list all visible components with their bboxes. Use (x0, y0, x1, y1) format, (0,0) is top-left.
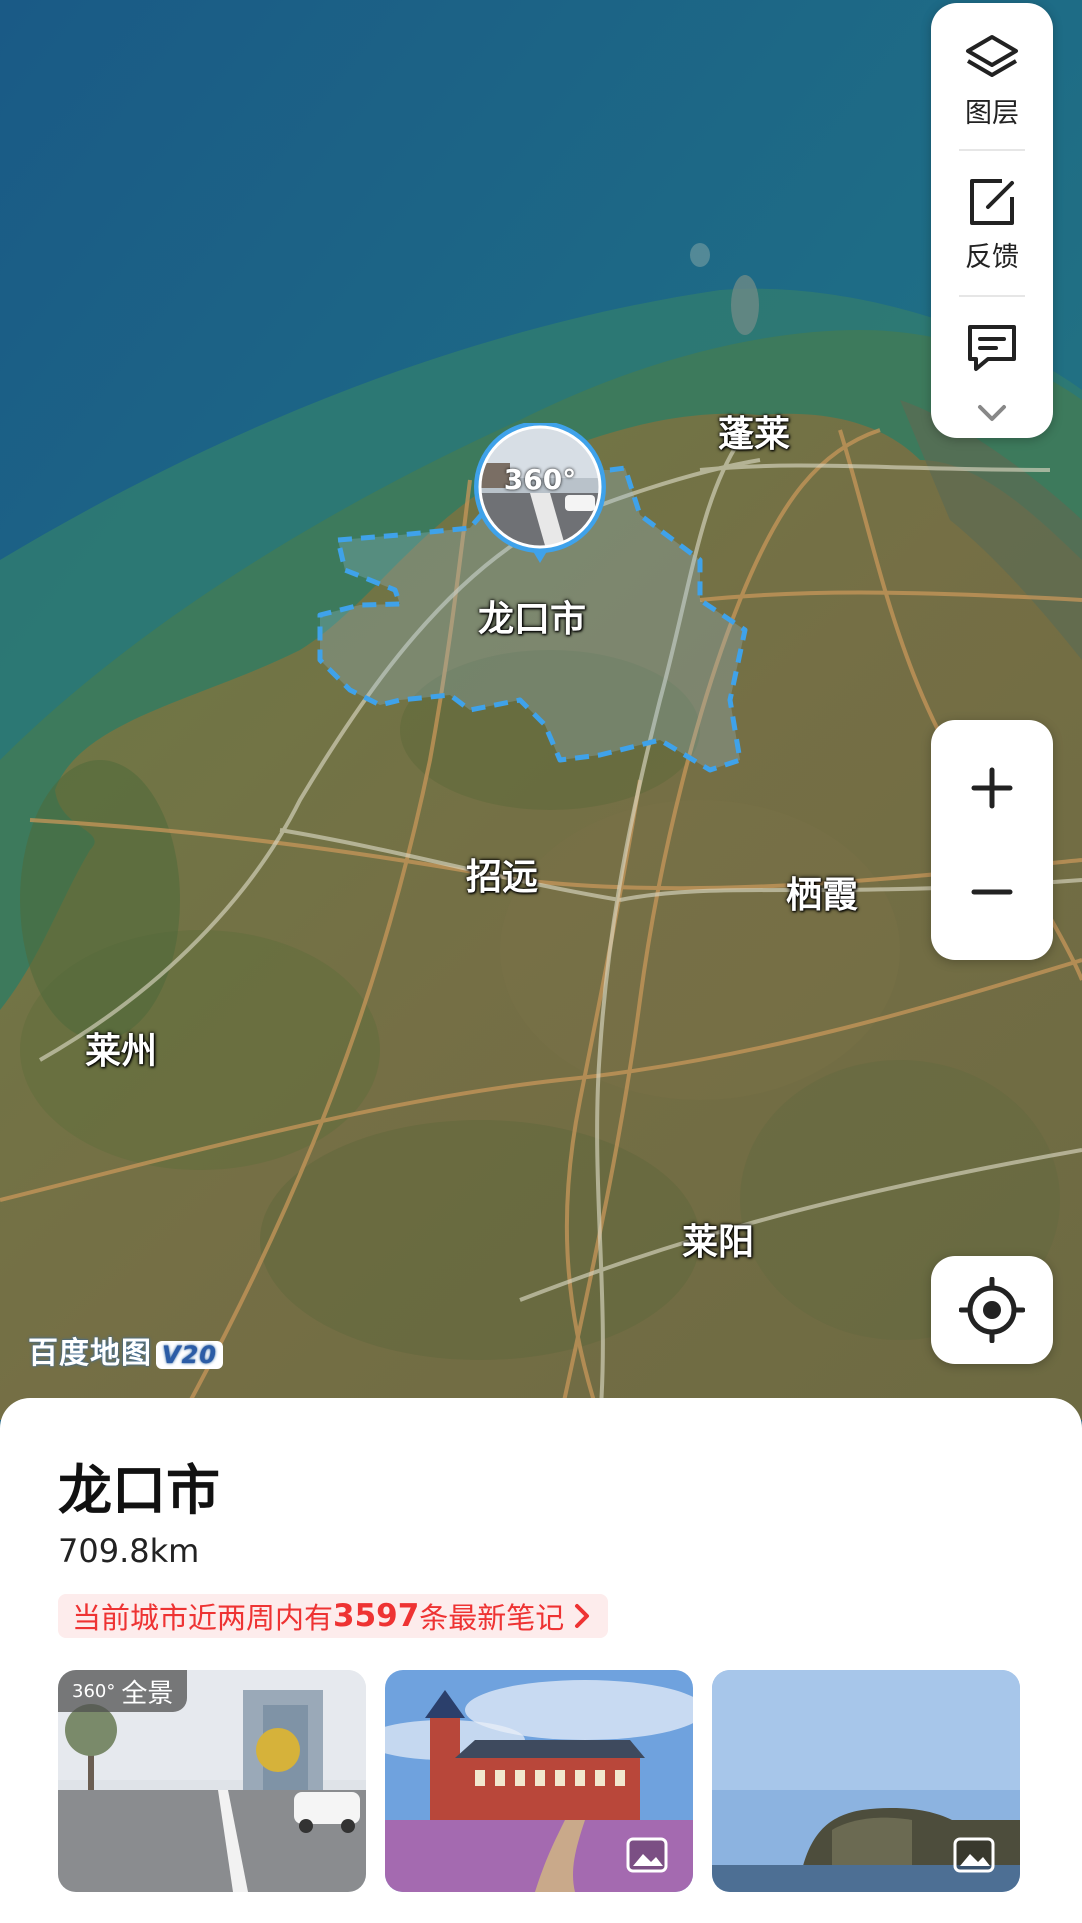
chevron-right-icon (575, 1604, 590, 1628)
zoom-in-button[interactable] (931, 738, 1053, 838)
watermark-text: 百度地图 (28, 1336, 152, 1371)
locate-button[interactable] (931, 1256, 1053, 1364)
plus-icon (971, 767, 1013, 809)
chevron-down-icon (978, 405, 1006, 421)
notes-count: 3597 (333, 1598, 420, 1634)
place-title: 龙口市 (58, 1459, 220, 1522)
watermark-version: V20 (156, 1341, 223, 1369)
toolbar-divider (959, 149, 1025, 151)
photo-thumbnail[interactable] (385, 1670, 693, 1892)
panorama-pin[interactable]: 360° (470, 423, 610, 583)
crosshair-icon (959, 1277, 1025, 1343)
baidu-map-watermark: 百度地图 V20 (28, 1328, 223, 1372)
feedback-button[interactable]: 反馈 (931, 175, 1053, 274)
notes-button[interactable] (931, 321, 1053, 373)
place-label-longkou[interactable]: 龙口市 (478, 590, 586, 642)
place-label-penglai[interactable]: 蓬莱 (718, 405, 790, 457)
image-icon (953, 1837, 995, 1873)
panorama-360-icon: 360° (72, 1680, 116, 1702)
place-detail-sheet[interactable]: 龙口市 709.8km 当前城市近两周内有 3597 条最新笔记 360° 全景 (0, 1398, 1082, 1923)
panorama-tag: 360° 全景 (58, 1670, 188, 1712)
minus-icon (971, 889, 1013, 895)
place-label-laiyang[interactable]: 莱阳 (682, 1213, 754, 1265)
zoom-out-button[interactable] (931, 842, 1053, 942)
pin-360-label: 360° (503, 463, 577, 496)
place-label-zhaoyuan[interactable]: 招远 (466, 848, 538, 900)
map-toolbar: 图层 反馈 (931, 3, 1053, 438)
photo-thumbnail[interactable] (712, 1670, 1020, 1892)
edit-icon (970, 179, 1014, 225)
distance-text: 709.8km (58, 1532, 200, 1570)
place-label-laizhou[interactable]: 莱州 (85, 1022, 157, 1074)
place-label-qixia[interactable]: 栖霞 (786, 866, 858, 918)
layers-button[interactable]: 图层 (931, 31, 1053, 130)
notes-banner[interactable]: 当前城市近两周内有 3597 条最新笔记 (58, 1594, 609, 1638)
panorama-tag-text: 全景 (121, 1678, 174, 1709)
image-icon (626, 1837, 668, 1873)
toolbar-divider (959, 295, 1025, 297)
layers-label: 图层 (965, 98, 1019, 129)
message-icon (968, 325, 1016, 371)
zoom-controls (931, 720, 1053, 960)
notes-prefix: 当前城市近两周内有 (72, 1601, 334, 1635)
notes-suffix: 条最新笔记 (419, 1601, 565, 1635)
satellite-map[interactable]: 蓬莱 龙口市 招远 栖霞 莱州 莱阳 360° 百度地图 V20 (0, 0, 1082, 1420)
panorama-thumbnail[interactable]: 360° 全景 (58, 1670, 366, 1892)
feedback-label: 反馈 (965, 242, 1019, 273)
layers-icon (966, 35, 1018, 77)
expand-toolbar-button[interactable] (931, 401, 1053, 425)
